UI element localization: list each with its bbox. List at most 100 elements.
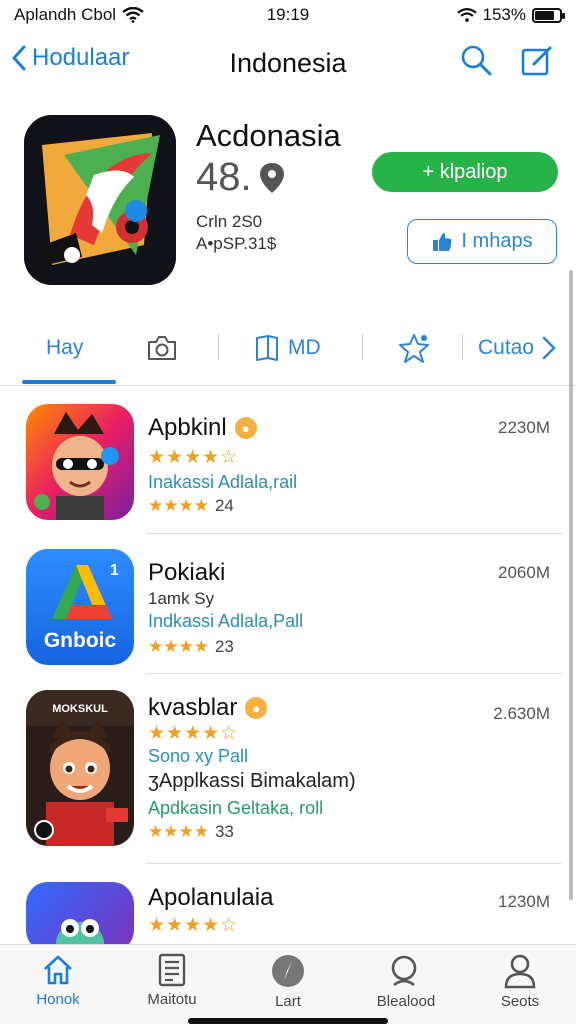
tab-label: MD bbox=[288, 336, 321, 359]
cartoon-character-icon bbox=[26, 404, 134, 520]
tab-star[interactable] bbox=[398, 330, 430, 366]
search-icon bbox=[461, 45, 492, 76]
home-icon bbox=[44, 955, 72, 985]
tab-md[interactable]: MD bbox=[254, 330, 321, 366]
tab-bar-label: Seots bbox=[500, 993, 540, 1010]
wifi-icon bbox=[122, 7, 144, 23]
secondary-button[interactable]: I mhaps bbox=[407, 219, 557, 264]
back-button[interactable]: Hodulaar bbox=[12, 44, 129, 72]
list-item-title: kvasblar bbox=[148, 694, 238, 721]
icon-caption: MOKSKUL bbox=[52, 703, 108, 715]
battery-fill bbox=[535, 10, 555, 20]
frog-character-icon bbox=[26, 882, 134, 952]
cartoon-boy-icon: MOKSKUL bbox=[26, 690, 134, 846]
app-title: Acdonasia bbox=[196, 118, 341, 153]
svg-text:1: 1 bbox=[110, 562, 119, 579]
home-indicator[interactable] bbox=[188, 1018, 388, 1024]
secondary-button-label: I mhaps bbox=[461, 230, 533, 252]
rating-count: 33 bbox=[214, 822, 234, 841]
list-item-size: 2060M bbox=[498, 563, 550, 582]
tab-bar-label: Lart bbox=[275, 993, 301, 1010]
list-item-title: Apolanulaia bbox=[148, 884, 274, 911]
tab-bar-label: Honok bbox=[36, 991, 80, 1008]
tab-bar-item-home[interactable]: Honok bbox=[8, 953, 108, 1008]
tab-bar-label: Blealood bbox=[376, 993, 436, 1010]
chevron-left-icon bbox=[12, 45, 26, 71]
segment-tabs: Hay MD Cutao bbox=[0, 320, 576, 386]
star-icon bbox=[399, 334, 429, 363]
back-label: Hodulaar bbox=[32, 44, 130, 71]
list-item-subtitle: Inakassi Adlala,rail bbox=[148, 472, 298, 492]
tab-divider bbox=[218, 334, 219, 360]
list-item-title-row: kvasblar ● bbox=[148, 694, 268, 722]
status-right: 153% bbox=[456, 5, 565, 25]
list-item-title: Pokiaki bbox=[148, 559, 226, 586]
rating-stars: ★★★★☆ bbox=[148, 723, 239, 744]
tab-label: Hay bbox=[46, 336, 84, 359]
tab-bar-item-profile[interactable]: Seots bbox=[470, 953, 570, 1010]
award-badge-icon: ● bbox=[234, 417, 257, 439]
chevron-right-icon bbox=[542, 336, 556, 360]
tab-hay[interactable]: Hay bbox=[46, 330, 83, 366]
list-item-developer: 1amk Sy bbox=[148, 589, 214, 609]
tab-label: Cutao bbox=[478, 336, 535, 359]
status-left: Aplandh Cbol bbox=[14, 5, 144, 25]
tab-active-indicator bbox=[22, 380, 116, 384]
rating-value: 48. bbox=[196, 155, 252, 199]
small-rating-stars: ★★★★ bbox=[148, 496, 209, 515]
list-item-title-row: Apbkinl ● bbox=[148, 414, 257, 442]
tab-bar-item-search[interactable]: Blealood bbox=[356, 953, 456, 1010]
search-button[interactable] bbox=[460, 44, 492, 81]
list-item-subtitle: Indkassi Adlala,Pall bbox=[148, 611, 304, 631]
small-rating-stars: ★★★★ bbox=[148, 637, 209, 656]
nav-bar: Hodulaar Indonesia bbox=[0, 36, 576, 90]
battery-percent: 153% bbox=[482, 5, 526, 24]
tab-bar-item-maitotu[interactable]: Maitotu bbox=[122, 953, 222, 1008]
list-item-size: 2230M bbox=[498, 418, 550, 437]
book-icon bbox=[256, 335, 278, 361]
list-item-subtitle-secondary: Apdkasin Geltaka, roll bbox=[148, 798, 324, 818]
tab-divider bbox=[462, 334, 463, 360]
list-item-size: 2.630M bbox=[493, 704, 550, 723]
list-item-rating-row: ★★★★ 24 bbox=[148, 496, 234, 516]
list-item-size: 1230M bbox=[498, 892, 550, 911]
app-rating: 48. bbox=[196, 155, 286, 200]
tab-divider bbox=[362, 334, 363, 360]
scrollbar[interactable] bbox=[569, 270, 573, 900]
status-bar: Aplandh Cbol 19:19 153% bbox=[0, 0, 576, 30]
compose-icon bbox=[521, 46, 552, 76]
gnboic-logo-icon: 1 Gnboic bbox=[26, 549, 134, 665]
list-item-title-row: Apolanulaia bbox=[148, 884, 273, 912]
tab-bar-label: Maitotu bbox=[147, 991, 197, 1008]
tab-bar-item-lart[interactable]: Lart bbox=[238, 953, 338, 1010]
app-meta-line2: A•pSP.31$ bbox=[196, 234, 277, 253]
list-item-rating-row: ★★★★ 33 bbox=[148, 822, 234, 842]
list-item-title-row: Pokiaki bbox=[148, 559, 225, 587]
list-item-subtitle: Sono xy Pall bbox=[148, 746, 249, 766]
list-divider bbox=[146, 863, 562, 864]
bottom-tab-bar: Honok Maitotu Lart Blealood Seots bbox=[0, 944, 576, 1024]
app-meta-line1: Crln 2S0 bbox=[196, 212, 263, 231]
carrier-label: Aplandh Cbol bbox=[14, 5, 117, 24]
search-icon bbox=[391, 955, 417, 987]
compass-icon bbox=[272, 955, 304, 987]
location-pin-icon bbox=[259, 162, 284, 193]
thumbs-up-icon bbox=[433, 232, 452, 251]
icon-caption: Gnboic bbox=[44, 629, 117, 652]
award-badge-icon: ● bbox=[245, 697, 268, 719]
document-icon bbox=[158, 953, 186, 987]
list-item-icon bbox=[26, 404, 134, 520]
compose-button[interactable] bbox=[520, 44, 554, 83]
tab-cutao[interactable]: Cutao bbox=[478, 330, 556, 366]
battery-icon bbox=[532, 7, 565, 23]
rating-count: 24 bbox=[214, 496, 234, 515]
rating-count: 23 bbox=[214, 637, 234, 656]
tab-camera[interactable] bbox=[146, 330, 178, 366]
list-item-title: Apbkinl bbox=[148, 414, 227, 441]
app-logo-icon bbox=[24, 115, 176, 285]
person-icon bbox=[504, 954, 536, 989]
list-divider bbox=[146, 673, 562, 674]
install-button[interactable]: + klpaliop bbox=[372, 152, 558, 192]
rating-stars: ★★★★☆ bbox=[148, 915, 239, 936]
list-divider bbox=[146, 533, 562, 534]
